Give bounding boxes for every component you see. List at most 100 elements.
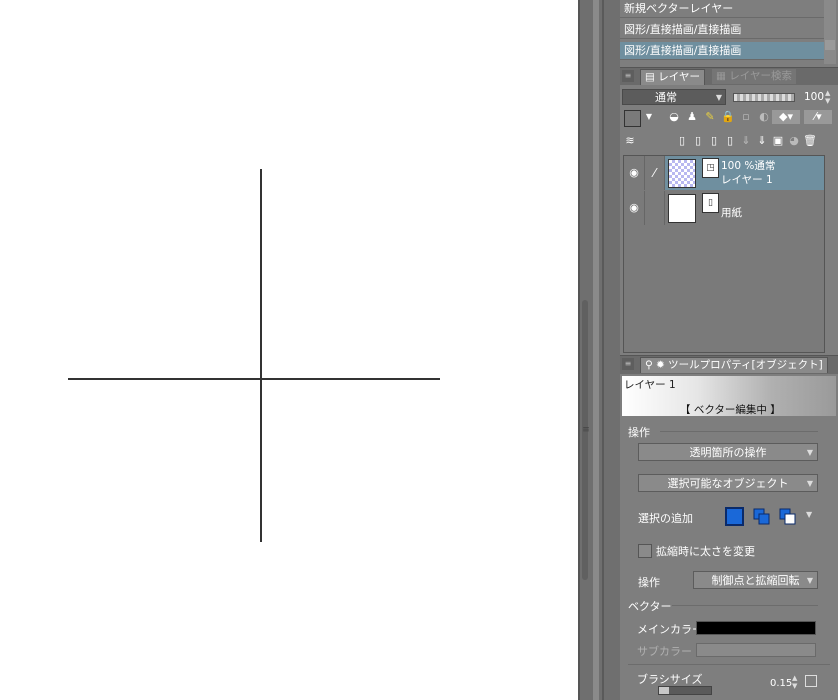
history-item[interactable]: 新規ベクターレイヤー (620, 0, 824, 18)
history-item-selected[interactable]: 図形/直接描画/直接描画 (620, 42, 824, 60)
new-raster-layer-icon[interactable]: ▯ (675, 134, 689, 148)
banner-status: 【 ベクター編集中 】 (680, 404, 781, 416)
canvas-vector-drawing (68, 169, 440, 542)
opacity-slider[interactable] (733, 93, 795, 102)
combine-icon[interactable]: ⇓ (755, 134, 769, 148)
operation-select[interactable]: 制御点と拡縮回転 ▼ (693, 571, 818, 589)
blend-mode-select[interactable]: 通常 ▼ (622, 89, 726, 105)
chevron-down-icon: ▼ (715, 93, 722, 102)
right-panel: 新規ベクターレイヤー 図形/直接描画/直接描画 図形/直接描画/直接描画 ≡ ▤… (620, 0, 838, 700)
brush-size-label: ブラシサイズ (637, 673, 703, 686)
brush-size-spinner-icon[interactable]: ▲ ▼ (792, 674, 797, 690)
tab-tool-property[interactable]: ⚲ ✹ ツールプロパティ[オブジェクト] (640, 357, 828, 373)
clipping-icon[interactable]: ◒ (667, 110, 681, 124)
grip-icon[interactable]: ≡ (582, 425, 590, 455)
brush-size-slider[interactable] (658, 686, 712, 695)
draft-layer-icon[interactable]: ✎ (703, 110, 717, 124)
history-item[interactable]: 図形/直接描画/直接描画 (620, 21, 824, 39)
selection-add-label: 選択の追加 (638, 512, 693, 525)
pen-slot[interactable] (645, 191, 665, 225)
tool-property-tab-bar: ≡ ⚲ ✹ ツールプロパティ[オブジェクト] (620, 355, 838, 374)
section-divider (672, 605, 818, 606)
tab-layer[interactable]: ▤ レイヤー (640, 69, 705, 85)
main-color-label: メインカラー (637, 623, 703, 636)
subtract-selection-mode-button[interactable] (778, 507, 797, 526)
layers-icon: ▤ (645, 71, 659, 83)
layer-mask-icon[interactable]: ◐ (757, 110, 771, 124)
divider-rail-shadow (602, 0, 604, 700)
sub-color-field (696, 643, 816, 657)
ruler-settings-icon[interactable]: ⁄▾ (804, 110, 832, 124)
layer-search-icon: ▦ (716, 70, 730, 82)
drawing-canvas[interactable] (0, 0, 578, 700)
layer-row[interactable]: ◉ ▯ 用紙 (624, 191, 824, 225)
panel-menu-icon[interactable]: ≡ (622, 358, 634, 370)
eye-icon[interactable]: ◉ (624, 191, 645, 225)
scale-width-label: 拡縮時に太さを変更 (656, 545, 755, 558)
selectable-object-value: 選択可能なオブジェクト (667, 477, 789, 490)
layer-color-dropdown-icon[interactable]: ▼ (642, 110, 656, 124)
blend-mode-value: 通常 (655, 91, 677, 104)
opacity-spinner-icon[interactable]: ▲ ▼ (825, 89, 835, 105)
layer-info[interactable]: ◳ 100 %通常 レイヤー 1 (665, 156, 824, 190)
operation-value: 制御点と拡縮回転 (711, 574, 800, 587)
layer-list-menu-icon[interactable]: ≋ (623, 134, 637, 148)
brush-size-slider-fill (659, 687, 670, 694)
lock-transparent-icon[interactable]: ▫ (739, 110, 753, 124)
section-operation-heading: 操作 (628, 426, 650, 439)
history-scroll-thumb[interactable] (825, 40, 835, 50)
layer-name: 用紙 (721, 207, 742, 219)
paper-layer-icon: ▯ (702, 193, 719, 213)
add-selection-mode-button[interactable] (752, 507, 771, 526)
transfer-down-icon[interactable]: ▯ (723, 134, 737, 148)
divider-edge (578, 0, 580, 700)
layer-mode: 100 %通常 (721, 160, 776, 172)
pen-icon[interactable]: ⁄ (645, 156, 665, 190)
brush-size-preset-icon[interactable] (805, 675, 817, 687)
new-selection-mode-button[interactable] (725, 507, 744, 526)
section-vector-heading: ベクター (628, 600, 672, 613)
panel-divider[interactable]: ≡ (578, 0, 620, 700)
layer-tab-bar: ≡ ▤ レイヤー ▦ レイヤー検索 (620, 67, 838, 85)
tool-property-banner: レイヤー 1 【 ベクター編集中 】 (622, 376, 836, 416)
reference-layer-icon[interactable]: ♟ (685, 110, 699, 124)
new-folder-icon[interactable]: ▯ (707, 134, 721, 148)
transparent-operation-select[interactable]: 透明箇所の操作 ▼ (638, 443, 818, 461)
banner-layer-name: レイヤー 1 (624, 379, 676, 391)
scale-width-checkbox[interactable] (638, 544, 652, 558)
section-divider (660, 431, 818, 432)
opacity-value[interactable]: 100 (800, 89, 824, 105)
selectable-object-select[interactable]: 選択可能なオブジェクト ▼ (638, 474, 818, 492)
main-color-field[interactable] (696, 621, 816, 635)
brush-size-value[interactable]: 0.15 (770, 678, 792, 689)
panel-menu-icon[interactable]: ≡ (622, 70, 634, 82)
delete-layer-icon[interactable]: 🗑 (803, 134, 817, 148)
layer-name: レイヤー 1 (721, 174, 773, 186)
ruler-display-icon[interactable]: ◆▾ (772, 110, 800, 124)
operation-label: 操作 (638, 576, 660, 589)
layer-toolbar-row-1: ▼ ◒ ♟ ✎ 🔒 ▫ ◐ ◆▾ ⁄▾ (620, 109, 838, 127)
layer-color-swatch[interactable] (624, 110, 641, 127)
tab-layer-search-label: レイヤー検索 (729, 70, 792, 82)
layer-thumbnail (668, 159, 696, 188)
vector-layer-icon: ◳ (702, 158, 719, 178)
merge-down-icon[interactable]: ⇓ (739, 134, 753, 148)
create-mask-icon[interactable]: ▣ (771, 134, 785, 148)
layer-info[interactable]: ▯ 用紙 (665, 191, 824, 225)
new-vector-layer-icon[interactable]: ▯ (691, 134, 705, 148)
apply-mask-icon[interactable]: ◕ (787, 134, 801, 148)
eye-icon[interactable]: ◉ (624, 156, 645, 190)
tab-tool-property-label: ツールプロパティ[オブジェクト] (668, 359, 823, 371)
divider-rail (593, 0, 599, 700)
lock-icon[interactable]: 🔒 (721, 110, 735, 124)
tab-layer-search[interactable]: ▦ レイヤー検索 (712, 69, 796, 84)
subtract-selection-icon (779, 508, 796, 525)
tab-layer-label: レイヤー (658, 71, 700, 83)
selection-mode-dropdown-icon[interactable]: ▼ (806, 510, 812, 519)
paper-thumbnail (668, 194, 696, 223)
history-scrollbar[interactable] (824, 0, 836, 64)
layer-list: ◉ ⁄ ◳ 100 %通常 レイヤー 1 ◉ ▯ 用紙 (623, 155, 825, 353)
transparent-operation-value: 透明箇所の操作 (689, 446, 767, 459)
add-selection-icon (753, 508, 770, 525)
layer-row[interactable]: ◉ ⁄ ◳ 100 %通常 レイヤー 1 (624, 156, 824, 190)
